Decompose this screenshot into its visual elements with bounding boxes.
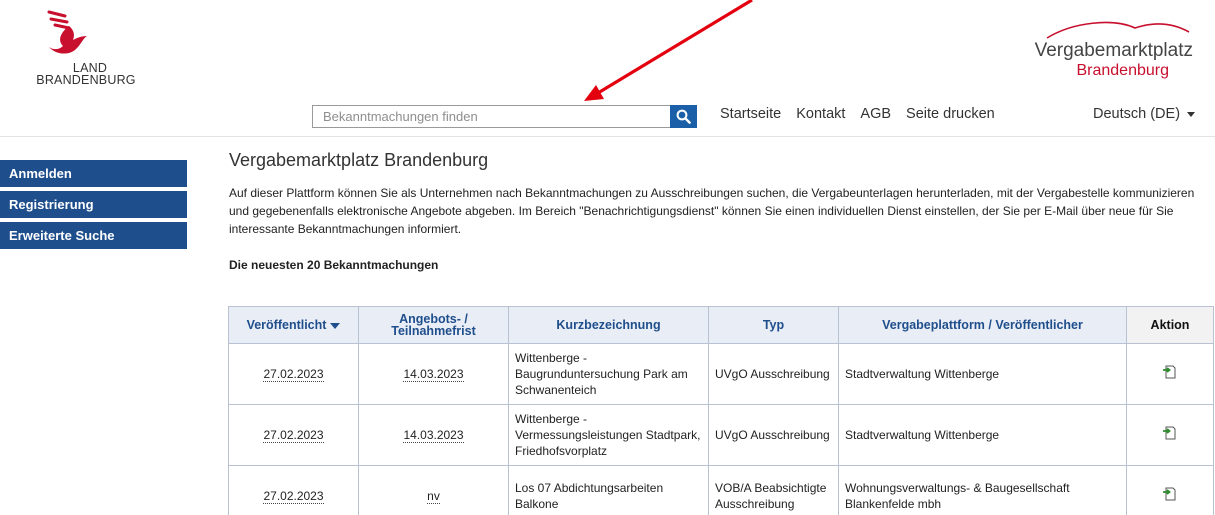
column-header-published[interactable]: Veröffentlicht: [228, 306, 359, 344]
action-cell: [1126, 465, 1214, 515]
platform-cell: Wohnungsverwaltungs- & Baugesellschaft B…: [838, 465, 1127, 515]
platform-cell: Stadtverwaltung Wittenberge: [838, 343, 1127, 405]
platform-cell: Stadtverwaltung Wittenberge: [838, 404, 1127, 466]
column-header-action: Aktion: [1126, 306, 1214, 344]
column-header-type[interactable]: Typ: [708, 306, 839, 344]
action-cell: [1126, 404, 1214, 466]
chevron-down-icon: [1187, 111, 1196, 117]
column-header-deadline-line2: Teilnahmefrist: [391, 324, 476, 338]
table-row[interactable]: 27.02.2023 nv Los 07 Abdichtungsarbeiten…: [228, 465, 1214, 515]
logo-text-brandenburg: BRANDENBURG: [36, 73, 136, 87]
column-header-platform[interactable]: Vergabeplattform / Veröffentlicher: [838, 306, 1127, 344]
column-header-deadline[interactable]: Angebots- / Teilnahmefrist: [358, 306, 509, 344]
language-label: Deutsch (DE): [1093, 106, 1181, 122]
type-cell: VOB/A Beabsichtigte Ausschreibung: [708, 465, 839, 515]
sidebar: Anmelden Registrierung Erweiterte Suche: [0, 160, 187, 253]
title-cell[interactable]: Los 07 Abdichtungsarbeiten Balkone: [508, 465, 709, 515]
language-selector[interactable]: Deutsch (DE): [1093, 106, 1196, 122]
notices-table: Veröffentlicht Angebots- / Teilnahmefrist…: [228, 306, 1214, 515]
table-heading: Die neuesten 20 Bekanntmachungen: [229, 258, 439, 272]
title-cell[interactable]: Wittenberge - Vermessungsleistungen Stad…: [508, 404, 709, 466]
deadline-cell: nv: [358, 465, 509, 515]
table-header-row: Veröffentlicht Angebots- / Teilnahmefrist…: [228, 306, 1214, 344]
action-cell: [1126, 343, 1214, 405]
published-date[interactable]: 27.02.2023: [263, 367, 324, 382]
published-date[interactable]: 27.02.2023: [263, 489, 324, 504]
page-title: Vergabemarktplatz Brandenburg: [229, 150, 489, 170]
column-header-published-label: Veröffentlicht: [246, 318, 327, 332]
nav-link-kontakt[interactable]: Kontakt: [796, 106, 845, 122]
search-input[interactable]: [312, 105, 671, 128]
export-document-icon[interactable]: [1162, 425, 1178, 441]
column-header-title[interactable]: Kurzbezeichnung: [508, 306, 709, 344]
header-divider: [0, 136, 1215, 137]
brand-arc-icon: [1046, 21, 1190, 39]
vergabemarktplatz-logo[interactable]: Vergabemarktplatz Brandenburg: [993, 18, 1193, 82]
table-row[interactable]: 27.02.2023 14.03.2023 Wittenberge - Baug…: [228, 343, 1214, 405]
type-cell: UVgO Ausschreibung: [708, 343, 839, 405]
deadline-cell: 14.03.2023: [358, 404, 509, 466]
deadline-date[interactable]: 14.03.2023: [403, 367, 464, 382]
export-document-icon[interactable]: [1162, 364, 1178, 380]
published-cell: 27.02.2023: [228, 465, 359, 515]
sidebar-item-registrierung[interactable]: Registrierung: [0, 191, 187, 218]
nav-link-startseite[interactable]: Startseite: [720, 106, 781, 122]
main-content: Vergabemarktplatz Brandenburg Auf dieser…: [229, 150, 1209, 272]
table-row[interactable]: 27.02.2023 14.03.2023 Wittenberge - Verm…: [228, 404, 1214, 466]
top-navigation: Startseite Kontakt AGB Seite drucken: [720, 106, 1010, 122]
type-cell: UVgO Ausschreibung: [708, 404, 839, 466]
brand-region: Brandenburg: [1076, 62, 1169, 79]
title-cell[interactable]: Wittenberge - Baugrunduntersuchung Park …: [508, 343, 709, 405]
search-icon: [676, 109, 691, 124]
brandenburg-eagle-icon: [47, 10, 87, 54]
search-button[interactable]: [670, 105, 697, 128]
land-brandenburg-logo[interactable]: LAND BRANDENBURG: [18, 10, 158, 90]
deadline-cell: 14.03.2023: [358, 343, 509, 405]
sidebar-item-anmelden[interactable]: Anmelden: [0, 160, 187, 187]
sidebar-item-erweiterte-suche[interactable]: Erweiterte Suche: [0, 222, 187, 249]
published-cell: 27.02.2023: [228, 343, 359, 405]
deadline-date[interactable]: 14.03.2023: [403, 428, 464, 443]
nav-link-seite-drucken[interactable]: Seite drucken: [906, 106, 995, 122]
published-date[interactable]: 27.02.2023: [263, 428, 324, 443]
deadline-date[interactable]: nv: [427, 489, 440, 504]
intro-paragraph: Auf dieser Plattform können Sie als Unte…: [229, 186, 1195, 236]
published-cell: 27.02.2023: [228, 404, 359, 466]
sort-desc-icon: [330, 322, 341, 329]
export-document-icon[interactable]: [1162, 486, 1178, 502]
brand-name: Vergabemarktplatz: [1034, 40, 1193, 61]
nav-link-agb[interactable]: AGB: [860, 106, 891, 122]
